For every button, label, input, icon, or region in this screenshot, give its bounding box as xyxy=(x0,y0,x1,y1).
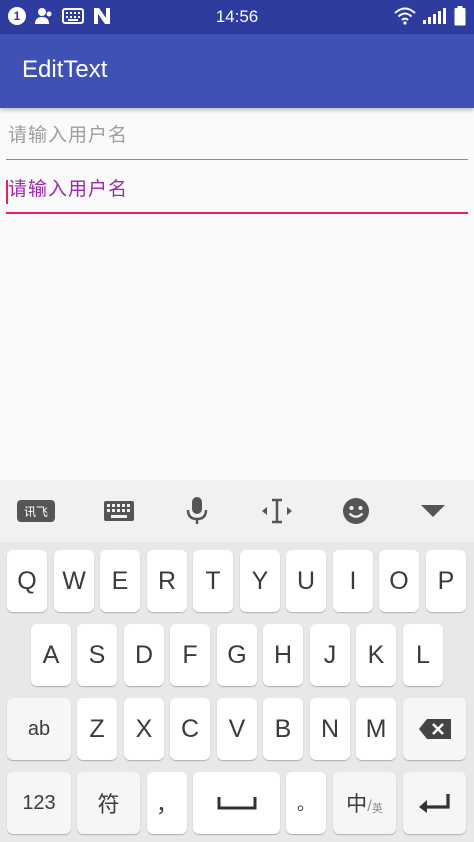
key-v[interactable]: V xyxy=(217,698,257,760)
cursor-move-icon xyxy=(262,498,292,524)
key-r[interactable]: R xyxy=(147,550,187,612)
username-input-2[interactable]: 请输入用户名 xyxy=(6,168,468,214)
symbol-key[interactable]: 符 xyxy=(77,772,140,834)
microphone-icon xyxy=(186,497,208,524)
key-l[interactable]: L xyxy=(403,624,443,686)
emoji-button[interactable] xyxy=(341,496,371,526)
key-p[interactable]: P xyxy=(426,550,466,612)
enter-icon xyxy=(418,794,450,813)
username-input-2-underline xyxy=(6,212,468,214)
key-n[interactable]: N xyxy=(310,698,350,760)
key-a[interactable]: A xyxy=(31,624,71,686)
keyboard-switch-button[interactable] xyxy=(103,496,135,526)
cursor-move-button[interactable] xyxy=(261,496,293,526)
language-switch-key[interactable]: 中 / 英 xyxy=(333,772,396,834)
key-s[interactable]: S xyxy=(77,624,117,686)
status-bar: 1 14:56 xyxy=(0,0,474,34)
backspace-key[interactable] xyxy=(403,698,466,760)
username-input-1-underline xyxy=(6,159,468,160)
period-key-label: 。 xyxy=(297,794,315,815)
key-g[interactable]: G xyxy=(217,624,257,686)
period-key[interactable]: 。 xyxy=(286,772,326,834)
app-bar: EditText xyxy=(0,34,474,108)
key-e[interactable]: E xyxy=(100,550,140,612)
shift-key[interactable]: ab xyxy=(7,698,71,760)
key-z[interactable]: Z xyxy=(77,698,117,760)
key-x[interactable]: X xyxy=(124,698,164,760)
key-k[interactable]: K xyxy=(356,624,396,686)
space-bar-icon xyxy=(217,797,256,810)
key-b[interactable]: B xyxy=(263,698,303,760)
key-o[interactable]: O xyxy=(379,550,419,612)
comma-key-label: ， xyxy=(155,793,178,818)
space-key[interactable] xyxy=(193,772,280,834)
key-y[interactable]: Y xyxy=(240,550,280,612)
key-j[interactable]: J xyxy=(310,624,350,686)
battery-icon xyxy=(454,6,466,26)
key-m[interactable]: M xyxy=(356,698,396,760)
comma-key[interactable]: ， xyxy=(147,772,187,834)
emoji-icon xyxy=(343,498,369,524)
number-mode-label: 123 xyxy=(22,791,56,814)
username-input-1-hint: 请输入用户名 xyxy=(8,124,129,146)
ifly-logo-label: 讯飞 xyxy=(17,500,55,522)
hide-keyboard-button[interactable] xyxy=(418,496,448,526)
shift-key-label: ab xyxy=(27,717,51,740)
wifi-icon xyxy=(394,7,416,25)
key-q[interactable]: Q xyxy=(7,550,47,612)
soft-keyboard: Q W E R T Y U I O P A S D F G H J K L ab… xyxy=(0,542,474,842)
symbol-key-label: 符 xyxy=(97,793,120,818)
key-t[interactable]: T xyxy=(193,550,233,612)
key-c[interactable]: C xyxy=(170,698,210,760)
username-input-2-hint: 请输入用户名 xyxy=(8,178,129,200)
signal-icon xyxy=(423,8,446,24)
backspace-icon xyxy=(418,719,451,739)
key-f[interactable]: F xyxy=(170,624,210,686)
username-input-1[interactable]: 请输入用户名 xyxy=(6,114,468,160)
key-d[interactable]: D xyxy=(124,624,164,686)
number-mode-key[interactable]: 123 xyxy=(7,772,71,834)
key-w[interactable]: W xyxy=(54,550,94,612)
enter-key[interactable] xyxy=(403,772,466,834)
voice-input-button[interactable] xyxy=(184,496,210,526)
key-u[interactable]: U xyxy=(286,550,326,612)
key-i[interactable]: I xyxy=(333,550,373,612)
language-sub-label: 英 xyxy=(371,802,383,815)
language-main-label: 中 xyxy=(346,792,368,816)
collapse-triangle-icon xyxy=(421,505,445,517)
keyboard-toolbar: 讯飞 xyxy=(0,480,474,542)
key-h[interactable]: H xyxy=(263,624,303,686)
app-title: EditText xyxy=(22,56,108,83)
status-right-icons xyxy=(394,6,466,26)
keyboard-icon xyxy=(104,501,134,521)
ifly-logo-button[interactable]: 讯飞 xyxy=(16,496,56,526)
